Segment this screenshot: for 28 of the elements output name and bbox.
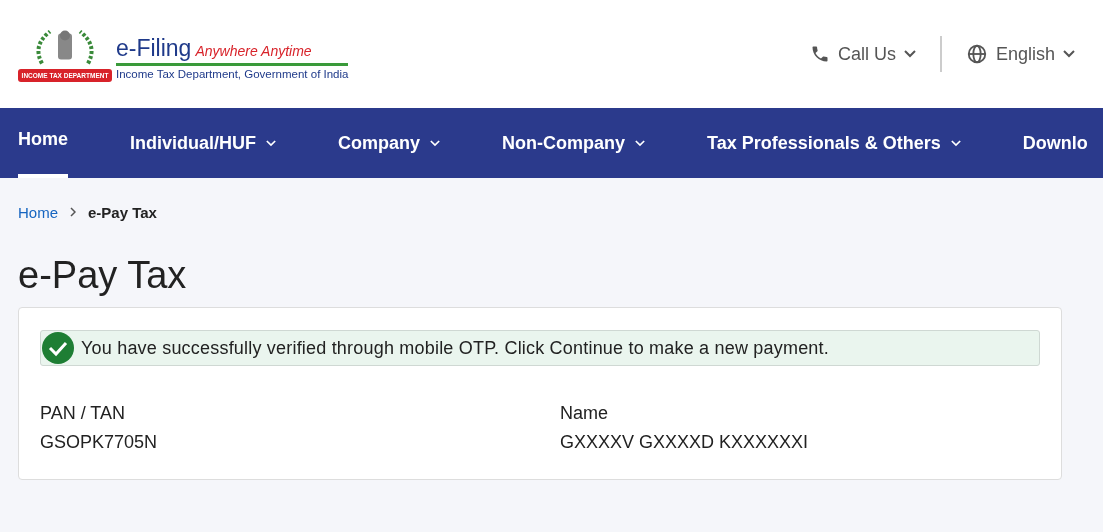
logo-tagline: Anywhere Anytime <box>195 42 312 59</box>
field-label: PAN / TAN <box>40 403 127 424</box>
chevron-down-icon <box>266 139 276 147</box>
nav-tab[interactable]: Tax Professionals & Others <box>707 108 961 178</box>
chevron-down-icon <box>635 139 646 147</box>
nav-tab[interactable]: Company <box>338 108 441 178</box>
field-value: GSOPK7705N <box>40 432 159 453</box>
logo-subtitle: Income Tax Department, Government of India <box>116 67 349 80</box>
breadcrumb-link[interactable]: Home <box>18 203 58 221</box>
alert-message: You have successfully verified through mobile OTP. Click Continue to make a new payment. <box>81 337 829 359</box>
nav-tab[interactable]: Non-Company <box>502 108 646 178</box>
call-us-button[interactable]: Call Us <box>809 43 916 65</box>
chevron-right-icon <box>70 207 76 217</box>
chevron-down-icon <box>1063 50 1075 58</box>
logo-title: e-Filing <box>116 34 192 62</box>
chevron-down-icon <box>430 139 441 147</box>
language-button[interactable]: English <box>965 43 1075 65</box>
check-circle-icon <box>41 331 75 365</box>
nav-tab[interactable]: Individual/HUF <box>130 108 276 178</box>
chevron-down-icon <box>950 139 961 147</box>
globe-icon <box>965 43 988 65</box>
field-label: Name <box>560 403 609 424</box>
nav-tab[interactable]: Downlo <box>1022 108 1088 178</box>
page-title: e-Pay Tax <box>18 254 188 297</box>
breadcrumb-current: e-Pay Tax <box>88 203 157 221</box>
chevron-down-icon <box>903 50 916 58</box>
field-value: GXXXXV GXXXXD KXXXXXXI <box>560 432 810 453</box>
nav-tab[interactable]: Home <box>18 108 68 178</box>
